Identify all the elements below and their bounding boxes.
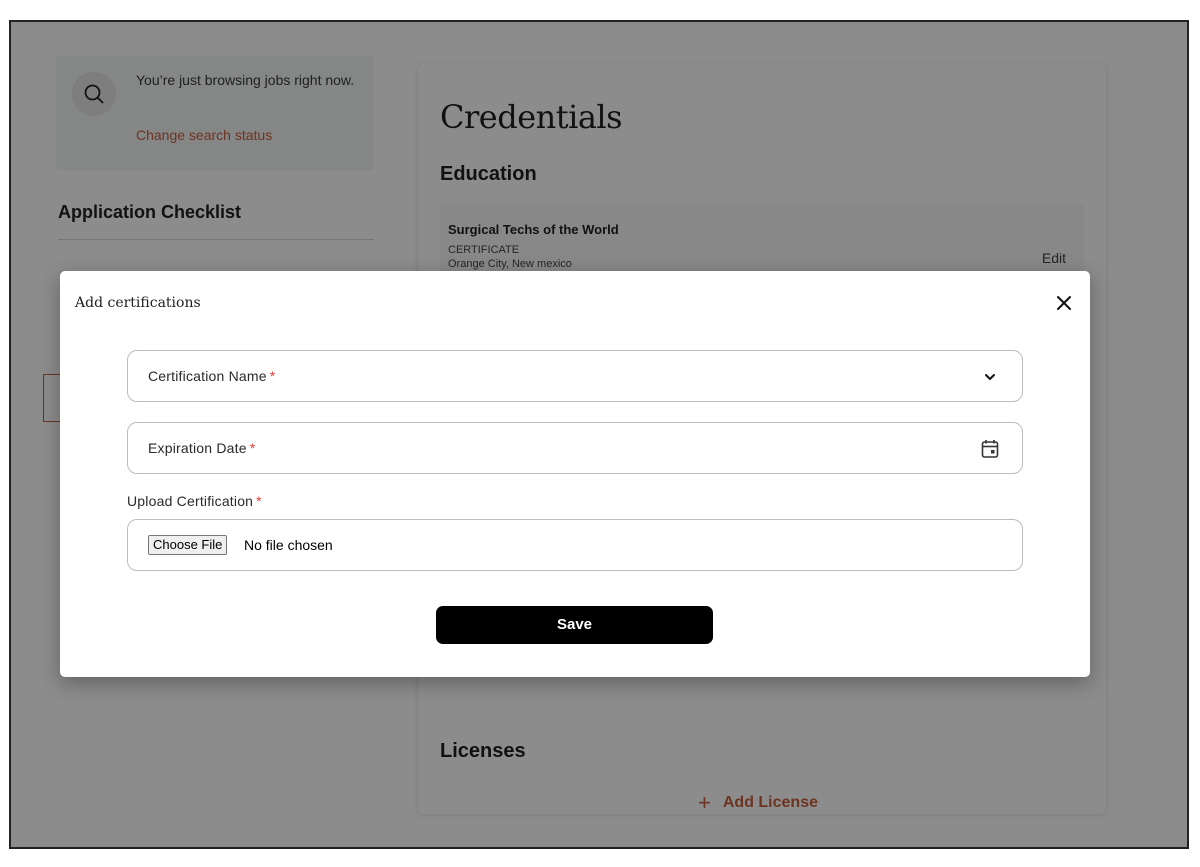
required-marker: * (249, 440, 256, 456)
expiration-date-label: Expiration Date * (148, 440, 256, 456)
close-icon[interactable] (1052, 291, 1076, 315)
upload-certification-field: Choose File No file chosen (127, 519, 1023, 571)
file-status-text: No file chosen (244, 537, 333, 553)
app-frame: You’re just browsing jobs right now. Cha… (9, 20, 1189, 849)
certification-name-label: Certification Name * (148, 368, 276, 384)
certification-name-select[interactable]: Certification Name * (127, 350, 1023, 402)
required-marker: * (269, 368, 276, 384)
expiration-date-field[interactable]: Expiration Date * (127, 422, 1023, 474)
calendar-icon[interactable] (978, 437, 1002, 461)
upload-certification-label: Upload Certification * (127, 493, 262, 509)
save-button[interactable]: Save (436, 606, 713, 644)
chevron-down-icon (978, 365, 1002, 389)
modal-title: Add certifications (75, 295, 201, 311)
choose-file-button[interactable]: Choose File (148, 535, 228, 555)
required-marker: * (256, 493, 262, 509)
add-certifications-modal: Add certifications Certification Name * E… (60, 271, 1090, 677)
